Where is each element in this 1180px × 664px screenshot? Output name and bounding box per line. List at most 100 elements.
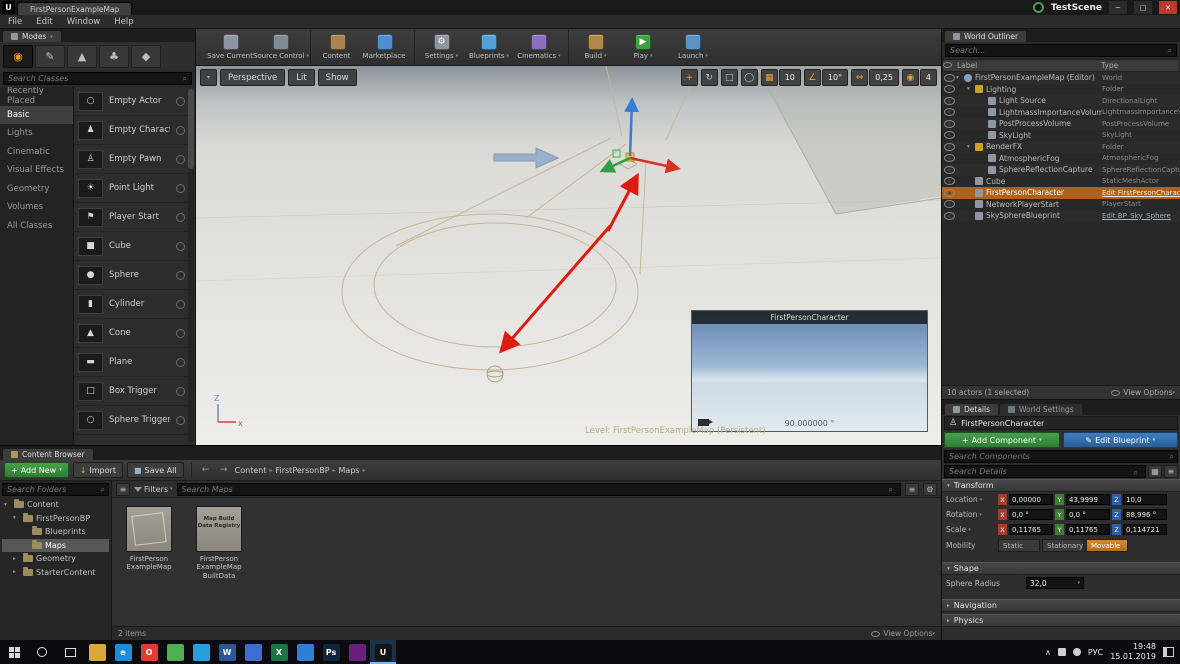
toolbar-button[interactable]: ▶ Play▾ <box>618 30 668 64</box>
menu-item[interactable]: File <box>8 17 22 27</box>
visibility-eye-icon[interactable] <box>942 212 956 220</box>
taskbar-app-icon[interactable] <box>188 640 214 664</box>
visibility-eye-icon[interactable] <box>942 166 956 174</box>
scrollbar[interactable] <box>188 89 194 443</box>
placeable-actor-item[interactable]: ▮ Cylinder <box>74 290 195 319</box>
visibility-eye-icon[interactable] <box>942 177 956 185</box>
mode-tool-button[interactable]: ▲ <box>67 45 97 68</box>
outliner-row[interactable]: Cube StaticMeshActor <box>942 176 1180 188</box>
outliner-row[interactable]: SkySphereBlueprint Edit BP_Sky_Sphere <box>942 210 1180 222</box>
forward-button[interactable]: → <box>217 465 231 475</box>
add-new-button[interactable]: + Add New ▾ <box>4 462 69 478</box>
scale-x-field[interactable]: 0,11765 <box>1009 524 1053 535</box>
search-components-input[interactable] <box>944 450 1178 463</box>
content-browser-tab[interactable]: Content Browser <box>3 449 93 460</box>
category-item[interactable]: Visual Effects <box>0 161 73 180</box>
transform-tool-button[interactable]: ◯ <box>741 69 758 86</box>
visibility-eye-icon[interactable] <box>942 120 956 128</box>
tray-expand-icon[interactable]: ∧ <box>1045 648 1051 657</box>
snap-control[interactable]: ⇔ 0,25 <box>851 69 899 86</box>
transform-section-header[interactable]: ▾ Transform <box>942 479 1180 492</box>
taskbar-app-icon[interactable] <box>240 640 266 664</box>
tray-icon[interactable] <box>1073 648 1081 656</box>
camera-mode-button[interactable]: Perspective <box>220 69 285 86</box>
placeable-actor-item[interactable]: ▬ Plane <box>74 348 195 377</box>
modes-tab[interactable]: Modes ▾ <box>3 31 61 42</box>
outliner-row[interactable]: ▾ FirstPersonExampleMap (Editor) World <box>942 72 1180 84</box>
outliner-row[interactable]: SkyLight SkyLight <box>942 130 1180 142</box>
tray-icon[interactable] <box>1058 648 1066 656</box>
expand-arrow-icon[interactable]: ▾ <box>956 75 964 81</box>
toolbar-button[interactable]: Launch▾ <box>668 30 718 64</box>
sphere-radius-field[interactable]: 32,0 ▾ <box>1026 577 1084 589</box>
display-filter-icon[interactable]: ≡ <box>1164 465 1178 478</box>
scale-z-field[interactable]: 0,114721 <box>1123 524 1167 535</box>
placeable-actor-item[interactable]: ○ Empty Actor <box>74 87 195 116</box>
mode-tool-button[interactable]: ◉ <box>3 45 33 68</box>
expand-arrow-icon[interactable]: ▾ <box>967 144 975 150</box>
taskbar-app-icon[interactable] <box>344 640 370 664</box>
toolbar-button[interactable]: Content <box>310 30 360 64</box>
category-item[interactable]: Basic <box>0 106 73 125</box>
navigation-section-header[interactable]: ▸ Navigation <box>942 599 1180 612</box>
placeable-actor-item[interactable]: ☀ Point Light <box>74 174 195 203</box>
mode-tool-button[interactable]: ◆ <box>131 45 161 68</box>
actor-type[interactable]: World <box>1102 74 1180 82</box>
property-matrix-icon[interactable]: ▦ <box>1148 465 1162 478</box>
breadcrumb-item[interactable]: FirstPersonBP <box>275 466 329 475</box>
menu-item[interactable]: Window <box>67 17 101 27</box>
category-item[interactable]: Volumes <box>0 198 73 217</box>
placeable-actor-item[interactable]: ▲ Cone <box>74 319 195 348</box>
location-z-field[interactable]: 10,0 <box>1123 494 1167 505</box>
visibility-eye-icon[interactable] <box>942 85 956 93</box>
details-tab[interactable]: Details <box>945 404 998 415</box>
edit-blueprint-button[interactable]: ✎ Edit Blueprint ▾ <box>1063 432 1179 448</box>
snap-value[interactable]: 10 <box>779 69 801 86</box>
maximize-button[interactable]: □ <box>1134 1 1152 14</box>
taskbar-app-icon[interactable] <box>162 640 188 664</box>
clock[interactable]: 19:48 15.01.2019 <box>1110 642 1156 662</box>
snap-value[interactable]: 4 <box>920 69 937 86</box>
actor-type[interactable]: PlayerStart <box>1102 200 1180 208</box>
import-button[interactable]: ↓ Import <box>73 462 123 478</box>
outliner-row[interactable]: NetworkPlayerStart PlayerStart <box>942 199 1180 211</box>
folder-tree-item[interactable]: ▸ StarterContent <box>2 566 109 580</box>
mode-tool-button[interactable]: ♣ <box>99 45 129 68</box>
settings-icon[interactable]: ⚙ <box>923 483 937 496</box>
search-folders-input[interactable] <box>2 483 109 496</box>
expand-arrow-icon[interactable]: ▾ <box>4 502 11 508</box>
snap-control[interactable]: ▦ 10 <box>761 69 801 86</box>
taskbar-app-icon[interactable] <box>292 640 318 664</box>
taskbar-app-icon[interactable]: U <box>370 640 396 664</box>
search-assets-input[interactable] <box>177 483 902 496</box>
taskbar-app-icon[interactable] <box>84 640 110 664</box>
outliner-row[interactable]: LightmassImportanceVolume LightmassImpor… <box>942 107 1180 119</box>
close-button[interactable]: ✕ <box>1159 1 1177 14</box>
placeable-actor-item[interactable]: ■ Cube <box>74 232 195 261</box>
outliner-column-header[interactable]: Label Type <box>942 59 1180 72</box>
visibility-eye-icon[interactable] <box>942 143 956 151</box>
expand-arrow-icon[interactable]: ▸ <box>13 556 20 562</box>
category-item[interactable]: Lights <box>0 124 73 143</box>
breadcrumb-item[interactable]: Content <box>235 466 267 475</box>
folder-tree-item[interactable]: Maps <box>2 539 109 553</box>
rotation-x-field[interactable]: 0,0 ° <box>1009 509 1053 520</box>
start-button[interactable] <box>0 640 28 664</box>
placeable-actor-item[interactable]: ♟ Empty Character <box>74 116 195 145</box>
world-settings-tab[interactable]: World Settings <box>1000 404 1082 415</box>
placeable-actor-item[interactable]: □ Box Trigger <box>74 377 195 406</box>
taskbar-app-icon[interactable]: O <box>136 640 162 664</box>
visibility-eye-icon[interactable] <box>942 74 956 82</box>
toolbar-button[interactable]: Cinematics▾ <box>514 30 564 64</box>
actor-type[interactable]: Edit BP_Sky_Sphere <box>1102 212 1180 220</box>
rotation-z-field[interactable]: 88,996 ° <box>1123 509 1167 520</box>
location-x-field[interactable]: 0,00000 <box>1009 494 1053 505</box>
taskbar-app-icon[interactable]: W <box>214 640 240 664</box>
view-options-button[interactable]: View Options <box>883 629 932 638</box>
placeable-actor-item[interactable]: ○ Sphere Trigger <box>74 406 195 435</box>
toolbar-button[interactable]: Source Control▾ <box>256 30 306 64</box>
language-indicator[interactable]: РУС <box>1088 648 1103 657</box>
snap-control[interactable]: ◉ 4 <box>902 69 937 86</box>
folder-tree-item[interactable]: Blueprints <box>2 525 109 539</box>
menu-item[interactable]: Edit <box>36 17 52 27</box>
